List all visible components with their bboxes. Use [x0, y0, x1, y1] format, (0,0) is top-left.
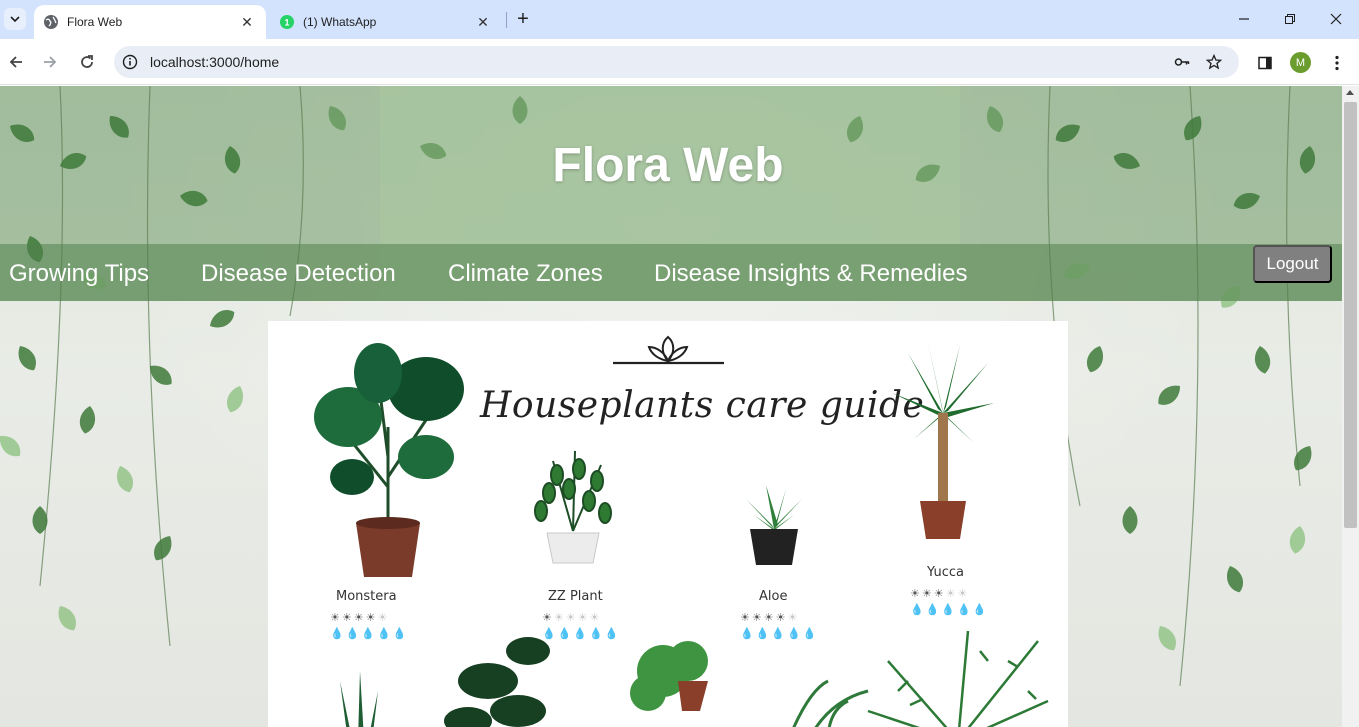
globe-icon	[44, 15, 58, 29]
close-tab-icon[interactable]: ✕	[474, 13, 492, 31]
kebab-menu-icon	[1335, 55, 1339, 71]
plant-name: Yucca	[927, 565, 964, 580]
tab-title: Flora Web	[67, 15, 123, 29]
scroll-up-arrow-icon[interactable]	[1346, 90, 1354, 95]
arrow-left-icon	[9, 56, 22, 68]
star-icon[interactable]	[1206, 54, 1222, 70]
nav-growing-tips[interactable]: Growing Tips	[9, 260, 149, 288]
whatsapp-icon: 1	[280, 15, 294, 29]
forward-button[interactable]	[36, 48, 64, 76]
nav-disease-detection[interactable]: Disease Detection	[201, 260, 396, 288]
main-navbar: Growing Tips Disease Detection Climate Z…	[0, 244, 1342, 301]
page-viewport: Flora Web Growing Tips Disease Detection…	[0, 86, 1342, 727]
nav-climate-zones[interactable]: Climate Zones	[448, 260, 603, 288]
scrollbar-thumb[interactable]	[1344, 102, 1357, 528]
monstera-illustration	[314, 343, 464, 577]
address-bar[interactable]: localhost:3000/home	[114, 46, 1239, 78]
address-url: localhost:3000/home	[150, 54, 280, 70]
minimize-button[interactable]	[1221, 5, 1267, 33]
close-window-button[interactable]	[1313, 5, 1359, 33]
tab-whatsapp[interactable]: 1 (1) WhatsApp ✕	[270, 5, 502, 39]
svg-text:1: 1	[284, 18, 289, 28]
nav-disease-insights[interactable]: Disease Insights & Remedies	[654, 260, 967, 288]
side-panel-button[interactable]	[1254, 52, 1276, 74]
browser-tab-strip: Flora Web ✕ 1 (1) WhatsApp ✕ +	[0, 0, 1359, 39]
tab-separator	[506, 12, 507, 28]
reload-icon	[81, 55, 93, 68]
plant-name: ZZ Plant	[548, 589, 603, 604]
chevron-down-icon	[10, 16, 20, 23]
tab-title: (1) WhatsApp	[303, 15, 377, 29]
plant-name: Aloe	[759, 589, 788, 604]
new-tab-button[interactable]: +	[512, 8, 534, 30]
logout-button[interactable]: Logout	[1253, 245, 1332, 283]
menu-button[interactable]	[1326, 52, 1348, 74]
profile-avatar[interactable]: M	[1290, 52, 1311, 73]
sun-rating: ☀☀☀☀☀	[910, 588, 970, 600]
lower-plants-illustration	[340, 630, 1049, 727]
minimize-icon	[1239, 18, 1249, 20]
tab-search-button[interactable]	[4, 8, 26, 30]
site-title: Flora Web	[552, 139, 784, 192]
reload-button[interactable]	[73, 48, 101, 76]
restore-icon	[1285, 14, 1295, 24]
browser-toolbar: localhost:3000/home M	[0, 39, 1359, 85]
aloe-illustration	[746, 485, 802, 565]
care-guide-image: Houseplants care guide Monstera ☀☀☀☀☀ 💧💧…	[268, 321, 1068, 727]
back-button[interactable]	[2, 48, 30, 76]
arrow-right-icon	[44, 56, 57, 68]
leaf-logo-icon	[613, 335, 724, 365]
zz-plant-illustration	[534, 451, 612, 564]
close-tab-icon[interactable]: ✕	[238, 13, 256, 31]
page-scrollbar[interactable]	[1342, 86, 1359, 727]
water-rating: 💧💧💧💧💧	[910, 604, 989, 616]
close-icon	[1330, 13, 1342, 25]
guide-title: Houseplants care guide	[480, 385, 925, 426]
yucca-illustration	[892, 343, 994, 539]
tab-flora-web[interactable]: Flora Web ✕	[34, 5, 266, 39]
plant-name: Monstera	[336, 589, 397, 604]
key-icon[interactable]	[1174, 54, 1190, 70]
info-icon[interactable]	[122, 54, 138, 70]
side-panel-icon	[1258, 56, 1272, 70]
restore-button[interactable]	[1267, 5, 1313, 33]
